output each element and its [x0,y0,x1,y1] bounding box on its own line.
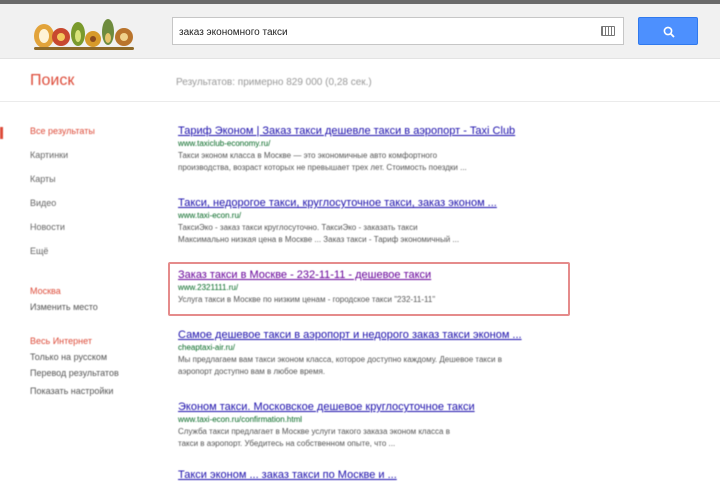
result-url: www.taxi-econ.ru/ [178,211,242,220]
result-snippet: Мы предлагаем вам такси эконом класса, к… [178,355,502,364]
result-url: www.taxi-econ.ru/confirmation.html [178,415,303,424]
sidebar-item-video[interactable]: Видео [30,198,56,208]
sidebar-translated[interactable]: Перевод результатов [30,368,119,378]
sidebar-show-settings[interactable]: Показать настройки [30,386,113,396]
result-title-link[interactable]: Тариф Эконом | Заказ такси дешевле такси… [178,124,578,138]
result-snippet: такси в аэропорт. Убедитесь на собственн… [178,439,396,448]
search-result: Эконом такси. Московское дешевое круглос… [178,400,578,450]
result-url: cheaptaxi-air.ru/ [178,343,235,352]
keyboard-icon[interactable] [601,26,615,36]
search-result: Самое дешевое такси в аэропорт и недорог… [178,328,578,378]
search-header [0,4,720,59]
sidebar-item-more[interactable]: Ещё [30,246,48,256]
search-icon [663,26,675,38]
search-input[interactable] [179,23,579,41]
result-snippet: Служба такси предлагает в Москве услуги … [178,427,450,436]
result-title-link[interactable]: Такси, недорогое такси, круглосуточное т… [178,196,578,210]
sidebar-russian-only[interactable]: Только на русском [30,352,107,362]
search-button[interactable] [638,17,698,45]
result-highlight-frame [168,262,570,316]
sidebar-scope[interactable]: Весь Интернет [30,336,92,346]
result-url: www.taxiclub-economy.ru/ [178,139,271,148]
result-snippet: аэропорт доступно вам в любое время. [178,367,326,376]
sidebar-item-maps[interactable]: Карты [30,174,56,184]
result-title-link[interactable]: Самое дешевое такси в аэропорт и недорог… [178,328,578,342]
result-snippet: Такси эконом класса в Москве — это эконо… [178,151,438,160]
sidebar-item-all[interactable]: Все результаты [30,126,95,136]
result-snippet: производства, возраст которых не превыша… [178,163,467,172]
search-result: Тариф Эконом | Заказ такси дешевле такси… [178,124,578,174]
sidebar-item-news[interactable]: Новости [30,222,65,232]
result-snippet: Максимально низкая цена в Москве ... Зак… [178,235,460,244]
result-stats: Результатов: примерно 829 000 (0,28 сек.… [176,77,372,88]
sidebar-item-images[interactable]: Картинки [30,150,68,160]
search-engine-logo[interactable] [30,12,142,54]
result-snippet: ТаксиЭко - заказ такси круглосуточно. Та… [178,223,418,232]
active-marker [0,127,3,139]
search-brand-label: Поиск [30,72,75,89]
search-box[interactable] [172,17,624,45]
search-result: Такси, недорогое такси, круглосуточное т… [178,196,578,246]
sidebar-location: Москва [30,286,61,296]
result-title-link[interactable]: Эконом такси. Московское дешевое круглос… [178,400,578,414]
sidebar-change-location[interactable]: Изменить место [30,302,98,312]
